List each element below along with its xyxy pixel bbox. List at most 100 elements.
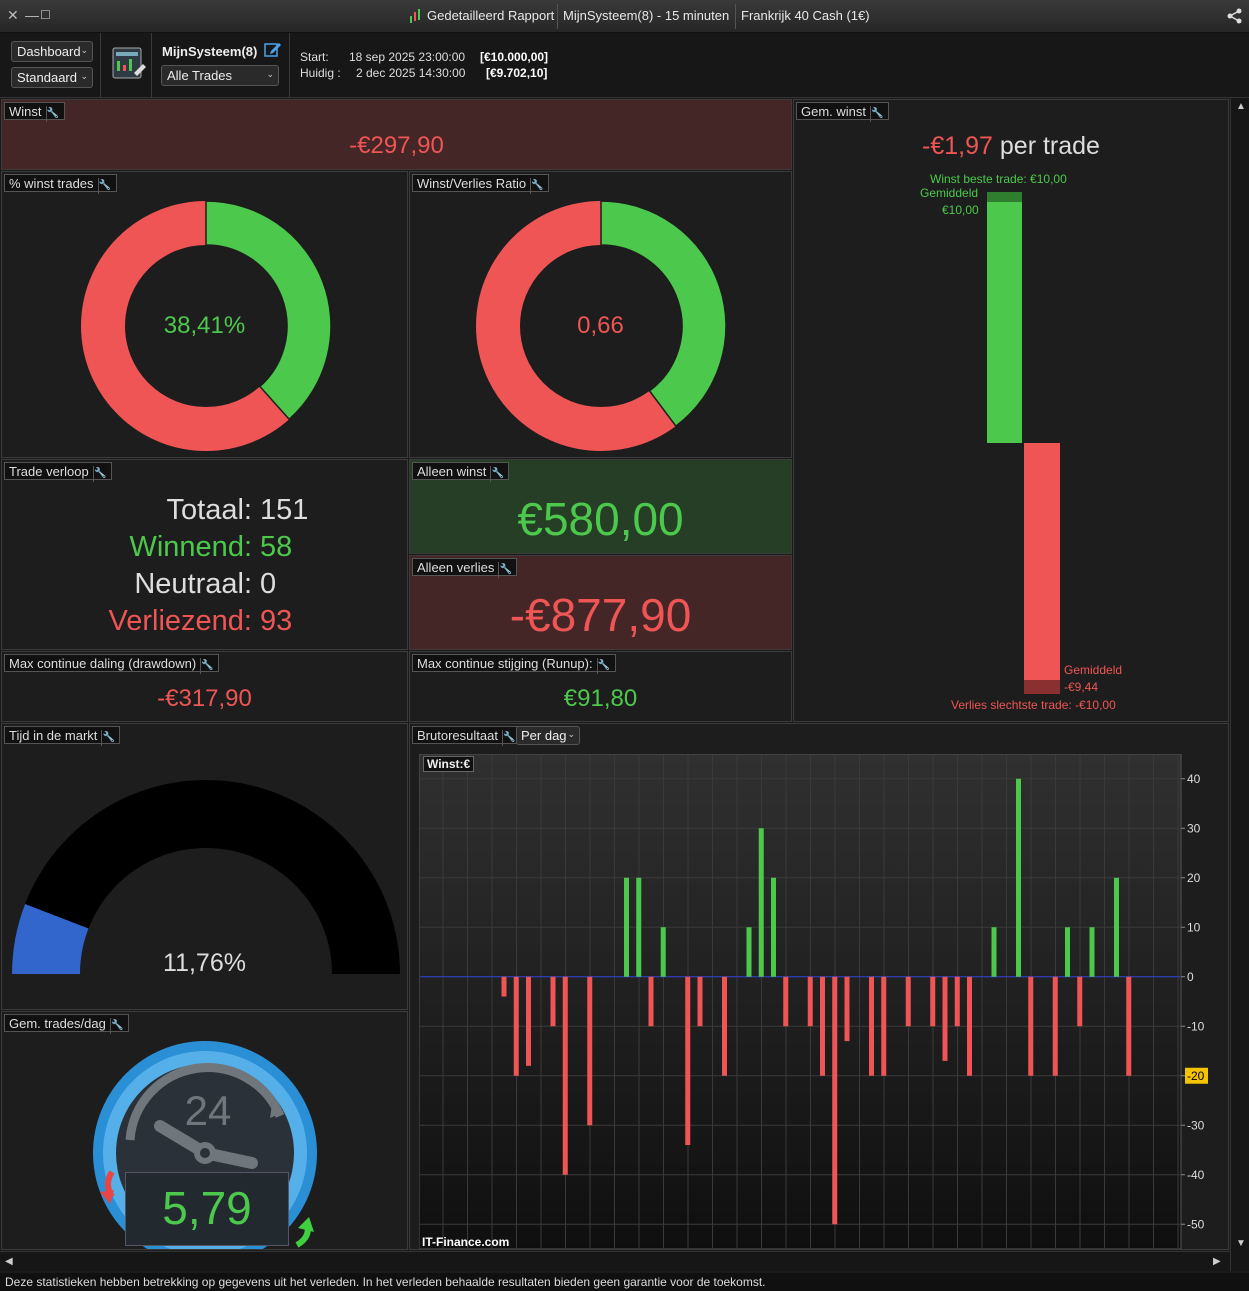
close-icon[interactable]: ✕ [7,7,19,24]
chart-bar [783,976,789,1027]
layout-select[interactable]: Standaard ⌄ [11,67,93,88]
runup-panel: Max continue stijging (Runup): 🔧 €91,80 [409,651,792,722]
worst-trade-label: Verlies slechtste trade: -€10,00 [951,698,1116,712]
chart-bar [660,927,666,977]
worst-trade-marker [1024,680,1060,694]
wrench-icon[interactable]: 🔧 [501,730,516,746]
trades-filter-select[interactable]: Alle Trades ⌄ [161,65,279,86]
stat-winning: Winnend: 58 [129,531,293,563]
panel-title: Winst 🔧 [4,102,65,122]
vertical-scrollbar[interactable]: ▲ ▼ [1230,98,1249,1271]
avg-loss-bar [1024,443,1060,694]
stat-neutral: Neutraal: 0 [134,568,277,600]
chart-bar [844,976,850,1042]
chart-bar [1028,976,1034,1076]
chart-bar [881,976,887,1076]
chart-bar [562,976,568,1175]
chart-bar [832,976,838,1225]
wrench-icon[interactable]: 🔧 [530,178,544,194]
chart-bar [526,976,531,1066]
y-tick-label: 40 [1187,772,1201,786]
chart-bar [905,976,911,1027]
chart-bar [991,927,997,977]
trades-dag-display: 5,79 [125,1172,289,1246]
horizontal-scrollbar[interactable]: ◀ ▶ [0,1251,1230,1271]
alleen-winst-panel: Alleen winst 🔧 €580,00 [409,459,792,554]
edit-icon[interactable] [264,40,282,58]
current-capital: [€9.702,10] [486,66,548,80]
chart-bar [771,877,776,977]
y-tick-label: -40 [1187,1168,1205,1182]
share-icon[interactable] [1227,8,1243,24]
current-label: Huidig : [300,66,341,80]
scroll-down-icon[interactable]: ▼ [1236,1238,1246,1249]
chart-bar [1052,976,1058,1076]
winst-trades-value: 38,41% [163,312,246,339]
wrench-icon[interactable]: 🔧 [97,178,112,194]
trade-verloop-panel: Trade verloop 🔧 Totaal: 151 Winnend: 58 Neu… [1,459,408,650]
chart-bar [746,927,752,977]
start-capital: [€10.000,00] [480,50,549,64]
chart-bar [648,976,654,1027]
gem-winst-value: -€1,97 [922,132,993,160]
chevron-down-icon: ⌄ [266,69,274,79]
runup-value: €91,80 [563,685,638,712]
scroll-left-icon[interactable]: ◀ [5,1256,13,1267]
chart-bar [513,976,519,1076]
wrench-icon[interactable]: 🔧 [490,466,504,482]
y-tick-label: -20 [1187,1069,1205,1083]
trades-dag-value: 5,79 [162,1182,252,1234]
title-bar: ✕ — ☐ Gedetailleerd Rapport MijnSysteem(… [0,0,1249,33]
window-title: Gedetailleerd Rapport [427,8,555,23]
tijd-value: 11,76% [163,949,246,977]
best-trade-label: Winst beste trade: €10,00 [930,172,1067,186]
chart-bar [967,976,972,1076]
chevron-down-icon: ⌄ [80,45,88,55]
y-tick-label: -50 [1187,1217,1205,1231]
chart-bar [697,976,703,1027]
scroll-right-icon[interactable]: ▶ [1213,1256,1221,1267]
winst-trades-panel: % winst trades 🔧 38,41% [1,171,408,458]
maximize-icon[interactable]: ☐ [40,8,51,22]
wrench-icon[interactable]: 🔧 [101,730,115,746]
panel-title: Winst/Verlies Ratio 🔧 [412,174,550,194]
chart-bar [1114,877,1119,977]
chevron-down-icon: ⌄ [567,729,575,739]
wrench-icon[interactable]: 🔧 [498,562,512,578]
wrench-icon[interactable]: 🔧 [596,658,611,674]
drawdown-panel: Max continue daling (drawdown) 🔧 -€317,90 [1,651,408,722]
current-date: 2 dec 2025 14:30:00 [356,66,466,80]
y-tick-label: -30 [1187,1118,1205,1132]
panel-title: Brutoresultaat 🔧 [412,726,521,746]
chart-bar [954,976,960,1027]
minimize-icon[interactable]: — [25,7,39,23]
chart-bar [758,828,764,977]
trades-dag-panel: Gem. trades/dag 🔧 24 5,79 [1,1011,408,1250]
y-tick-label: 30 [1187,821,1201,835]
chart-bar [930,976,936,1027]
wrench-icon[interactable]: 🔧 [109,1018,124,1034]
panel-title: Gem. trades/dag 🔧 [4,1014,129,1034]
chart-bar [636,877,642,977]
start-label: Start: [300,50,329,64]
gem-winst-panel: Gem. winst 🔧 -€1,97 per trade Winst beste… [793,99,1229,722]
start-date: 18 sep 2025 23:00:00 [349,50,466,64]
view-select[interactable]: Dashboard ⌄ [11,41,93,62]
report-icon[interactable] [112,47,146,83]
period-select[interactable]: Per dag ⌄ [516,726,580,745]
winst-value: -€297,90 [349,132,444,159]
avg-loss-value: -€9,44 [1064,680,1099,694]
chart-bar [587,976,593,1126]
wrench-icon[interactable]: 🔧 [92,466,107,482]
wrench-icon[interactable]: 🔧 [870,106,884,122]
avg-win-label: Gemiddeld [920,186,979,200]
alleen-winst-value: €580,00 [517,493,684,545]
scroll-up-icon[interactable]: ▲ [1236,101,1246,112]
ratio-panel: Winst/Verlies Ratio 🔧 0,66 [409,171,792,458]
wrench-icon[interactable]: 🔧 [45,106,60,122]
chart-bar [1065,927,1070,977]
chart-bar [942,976,948,1061]
chart-legend: Winst:€ [423,756,475,772]
gem-winst-unit: per trade [999,132,1100,160]
wrench-icon[interactable]: 🔧 [200,658,214,674]
